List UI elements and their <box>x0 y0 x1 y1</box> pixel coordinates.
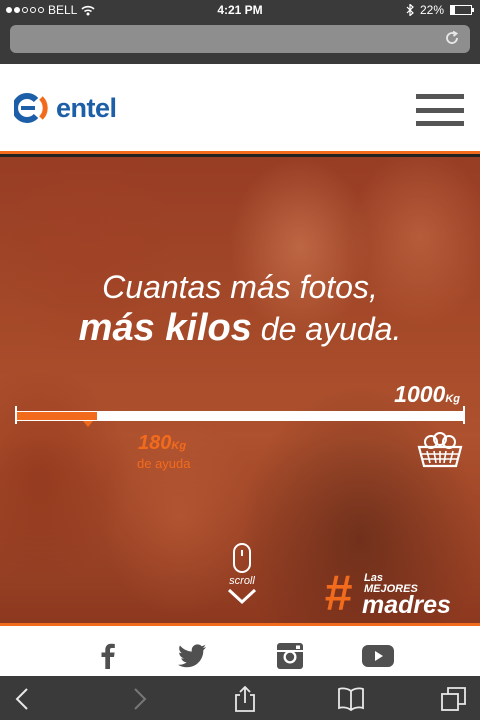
progress-fill <box>17 412 98 420</box>
browser-address-bar <box>0 20 480 64</box>
progress-pointer <box>82 421 93 427</box>
back-icon[interactable] <box>10 686 38 712</box>
share-icon[interactable] <box>231 686 259 712</box>
hashtag-symbol: # <box>324 565 352 621</box>
url-field[interactable] <box>10 25 470 53</box>
status-bar: BELL 4:21 PM 22% <box>0 0 480 20</box>
status-right: 22% <box>406 3 474 17</box>
forward-icon[interactable] <box>124 686 152 712</box>
hamburger-menu-icon[interactable] <box>416 94 464 126</box>
goal-value: 1000 <box>394 381 446 407</box>
hashtag-line-3: madres <box>362 591 451 619</box>
entel-logo[interactable]: entel <box>14 92 117 124</box>
current-value: 180 <box>138 432 172 454</box>
reload-icon[interactable] <box>444 30 460 46</box>
current-unit: Kg <box>171 440 187 452</box>
entel-logo-icon <box>14 93 48 123</box>
battery-fill <box>451 6 456 14</box>
headline-emphasis: más kilos <box>78 307 252 349</box>
browser-toolbar <box>0 676 480 720</box>
twitter-icon[interactable] <box>176 642 208 670</box>
logo-text: entel <box>56 92 117 123</box>
basket-icon <box>417 432 463 468</box>
battery-icon <box>450 5 474 15</box>
headline-rest: de ayuda. <box>251 311 402 347</box>
goal-unit: Kg <box>445 393 460 405</box>
campaign-hashtag: # Las MEJORES madres <box>324 565 466 621</box>
bookmarks-icon[interactable] <box>337 686 365 712</box>
chevron-down-icon <box>227 588 257 605</box>
goal-label: 1000Kg <box>394 381 460 408</box>
facebook-icon[interactable] <box>92 642 124 670</box>
social-bar <box>0 623 480 676</box>
headline-line-2: más kilos de ayuda. <box>0 307 480 350</box>
current-caption: de ayuda <box>137 456 191 471</box>
site-header: entel <box>0 64 480 154</box>
hero-section: Cuantas más fotos, más kilos de ayuda. 1… <box>0 157 480 623</box>
instagram-icon[interactable] <box>274 642 306 670</box>
scroll-indicator[interactable]: scroll <box>216 543 268 610</box>
current-amount: 180Kg <box>138 432 186 455</box>
tabs-icon[interactable] <box>440 686 468 712</box>
scroll-label: scroll <box>229 575 255 587</box>
battery-percent: 22% <box>419 3 444 17</box>
progress-bar <box>15 406 465 424</box>
bluetooth-icon <box>406 4 414 16</box>
headline-line-1: Cuantas más fotos, <box>102 269 378 305</box>
mouse-icon <box>233 543 251 573</box>
youtube-icon[interactable] <box>362 642 394 670</box>
